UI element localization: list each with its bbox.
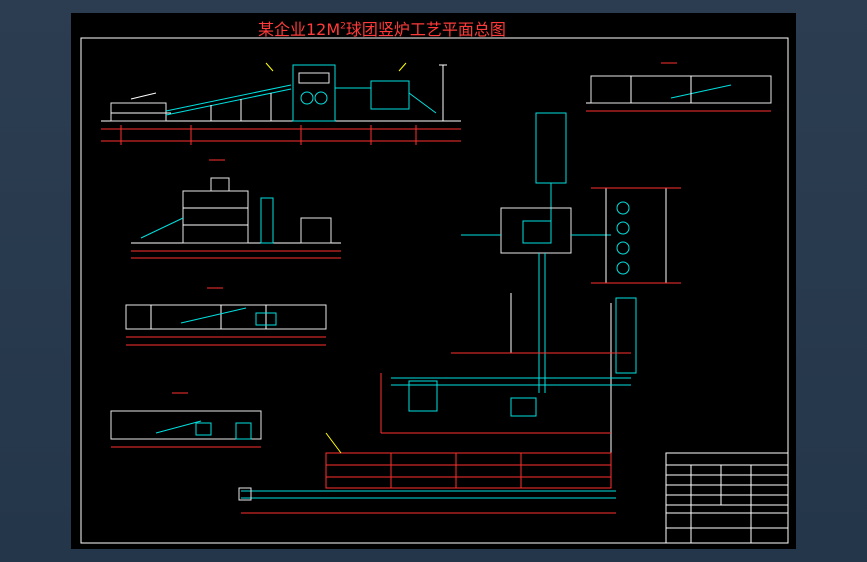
drawing-title-suffix: 球团竖炉工艺平面总图	[345, 20, 506, 39]
cad-viewport[interactable]: 某企业12M2球团竖炉工艺平面总图	[0, 0, 867, 562]
elevation-view-1	[101, 62, 461, 145]
elevation-view-2	[586, 62, 772, 112]
drawing-title-prefix: 某企业12M	[258, 20, 341, 39]
conveyor-plan	[238, 432, 616, 514]
drawing-sheet[interactable]: 某企业12M2球团竖炉工艺平面总图	[71, 13, 796, 549]
title-block	[665, 452, 789, 544]
plan-view	[380, 112, 681, 463]
drawing-border	[80, 37, 789, 544]
drawing-title: 某企业12M2球团竖炉工艺平面总图	[258, 16, 506, 40]
elevation-view-4	[125, 287, 327, 346]
elevation-view-3	[131, 159, 341, 259]
elevation-view-5	[110, 392, 262, 448]
drawing-canvas[interactable]	[71, 13, 796, 549]
